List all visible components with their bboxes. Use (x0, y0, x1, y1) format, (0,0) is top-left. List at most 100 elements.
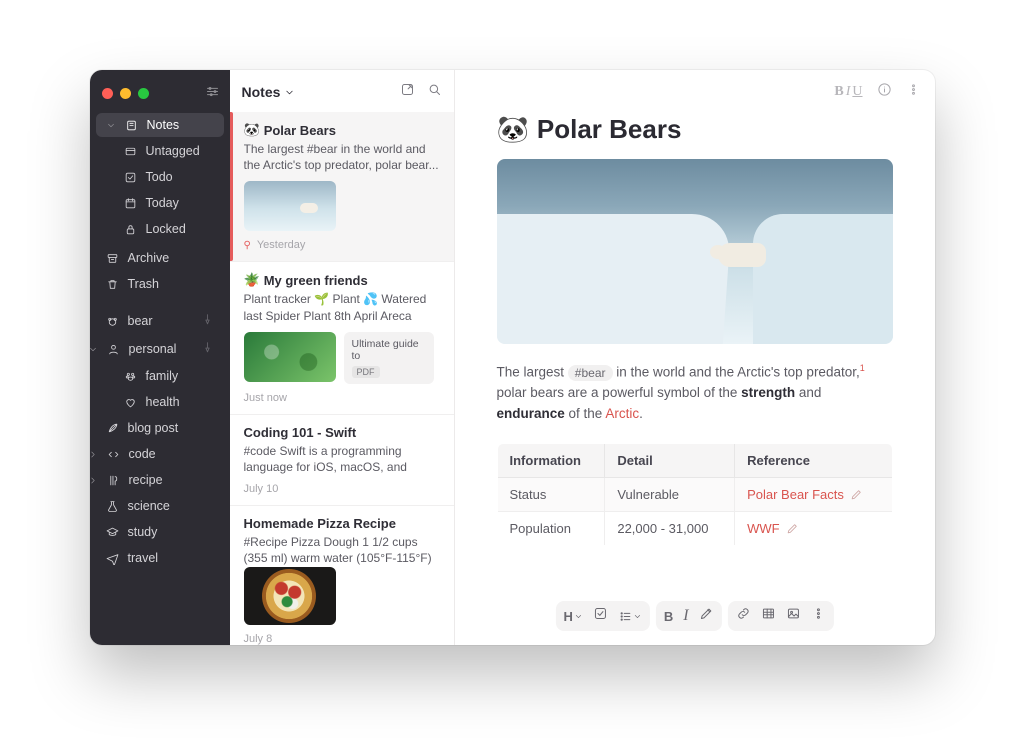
note-item[interactable]: Homemade Pizza Recipe #Recipe Pizza Doug… (230, 506, 454, 645)
close-window-button[interactable] (102, 88, 113, 99)
note-thumbnail (244, 567, 336, 625)
note-item[interactable]: Coding 101 - Swift #code Swift is a prog… (230, 415, 454, 506)
note-list-panel: Notes 🐼Polar Bears The largest #bear in … (230, 70, 455, 645)
info-table[interactable]: Information Detail Reference Status Vuln… (497, 443, 893, 546)
minimize-window-button[interactable] (120, 88, 131, 99)
attachment-badge: PDF (352, 366, 380, 378)
sidebar-label: Locked (146, 222, 186, 236)
attachment-card[interactable]: Ultimate guide to PDF (344, 332, 434, 384)
italic-button[interactable]: I (683, 607, 688, 625)
list-button[interactable] (618, 609, 642, 624)
sidebar-label: personal (129, 342, 177, 356)
link[interactable]: Arctic (605, 406, 639, 421)
more-tools-button[interactable] (811, 606, 826, 626)
note-date: July 8 (244, 633, 442, 645)
chevron-down-icon (106, 119, 116, 132)
tool-group-insert (728, 601, 834, 631)
person-icon (107, 343, 120, 356)
chevron-down-icon (284, 87, 295, 98)
note-date: July 10 (244, 483, 442, 495)
hashtag[interactable]: #bear (568, 365, 613, 381)
note-excerpt: #Recipe Pizza Dough 1 1/2 cups (355 ml) … (244, 534, 442, 566)
sidebar-label: blog post (128, 421, 179, 435)
sidebar-tag-bear[interactable]: bear (96, 308, 224, 334)
table-row: Status Vulnerable Polar Bear Facts (497, 478, 892, 512)
sidebar-item-locked[interactable]: Locked (96, 217, 224, 241)
sidebar-tag-family[interactable]: family (96, 364, 224, 388)
sidebar-tag-personal[interactable]: personal (96, 336, 224, 362)
sidebar-label: health (146, 395, 180, 409)
sidebar-item-untagged[interactable]: Untagged (96, 139, 224, 163)
table-header: Information (497, 444, 605, 478)
sidebar-item-todo[interactable]: Todo (96, 165, 224, 189)
document-title[interactable]: 🐼 Polar Bears (497, 114, 893, 145)
pin-icon (201, 313, 214, 329)
titlebar (90, 70, 230, 112)
note-thumbnail (244, 181, 336, 231)
editor-toolbar-bottom: H B I (555, 601, 833, 631)
flask-icon (106, 500, 119, 513)
sidebar-item-today[interactable]: Today (96, 191, 224, 215)
grad-icon (106, 526, 119, 539)
sidebar-tag-code[interactable]: code (96, 442, 224, 466)
note-item[interactable]: 🪴My green friends Plant tracker 🌱 Plant … (230, 262, 454, 414)
table-row: Population 22,000 - 31,000 WWF (497, 512, 892, 546)
app-window: Notes Untagged Todo Today Locked Archive… (90, 70, 935, 645)
sidebar-item-notes[interactable]: Notes (96, 113, 224, 137)
feather-icon (106, 422, 119, 435)
sidebar-label: Archive (128, 251, 170, 265)
chevron-right-icon (90, 448, 98, 461)
sidebar-tag-health[interactable]: health (96, 390, 224, 414)
tag-bear-icon (106, 315, 119, 328)
footnote-ref[interactable]: 1 (860, 363, 865, 373)
sidebar-label: Today (146, 196, 179, 210)
maximize-window-button[interactable] (138, 88, 149, 99)
pin-icon (201, 341, 214, 357)
sidebar-tag-science[interactable]: science (96, 494, 224, 518)
search-button[interactable] (427, 82, 442, 102)
recipe-icon (107, 474, 120, 487)
info-button[interactable] (877, 82, 892, 102)
table-header: Detail (605, 444, 735, 478)
sidebar-label: Untagged (146, 144, 200, 158)
edit-icon (850, 488, 863, 501)
calendar-icon (124, 197, 137, 210)
editor-toolbar-top: BIU (455, 70, 935, 114)
editor-content[interactable]: 🐼 Polar Bears The largest #bear in the w… (455, 114, 935, 645)
checklist-button[interactable] (593, 606, 608, 626)
sidebar-tag-blogpost[interactable]: blog post (96, 416, 224, 440)
new-note-button[interactable] (400, 82, 415, 102)
sidebar-label: Trash (128, 277, 160, 291)
edit-icon (786, 522, 799, 535)
bold-button[interactable]: B (664, 609, 673, 624)
sidebar-tag-travel[interactable]: travel (96, 546, 224, 570)
sidebar-item-archive[interactable]: Archive (96, 246, 224, 270)
note-list-title[interactable]: Notes (242, 84, 296, 100)
check-square-icon (124, 171, 137, 184)
sidebar-label: Notes (147, 118, 180, 132)
sidebar-tag-study[interactable]: study (96, 520, 224, 544)
highlight-button[interactable] (699, 606, 714, 626)
hero-image[interactable] (497, 159, 893, 344)
settings-icon[interactable] (205, 84, 220, 102)
editor-panel: BIU 🐼 Polar Bears The largest #bear in t… (455, 70, 935, 645)
table-header: Reference (735, 444, 892, 478)
sidebar-label: family (146, 369, 179, 383)
tool-group-blocks: H (555, 601, 649, 631)
heading-button[interactable]: H (563, 609, 582, 624)
paragraph[interactable]: The largest #bear in the world and the A… (497, 362, 893, 425)
note-thumbnail (244, 332, 336, 382)
more-button[interactable] (906, 82, 921, 102)
chevron-right-icon (90, 474, 98, 487)
note-icon (125, 119, 138, 132)
image-button[interactable] (786, 606, 801, 626)
sidebar-tag-recipe[interactable]: recipe (96, 468, 224, 492)
note-item[interactable]: 🐼Polar Bears The largest #bear in the wo… (230, 112, 454, 262)
note-list: 🐼Polar Bears The largest #bear in the wo… (230, 112, 454, 645)
sidebar-item-trash[interactable]: Trash (96, 272, 224, 296)
table-button[interactable] (761, 606, 776, 626)
biu-indicator[interactable]: BIU (834, 84, 862, 100)
sidebar-label: study (128, 525, 158, 539)
sidebar: Notes Untagged Todo Today Locked Archive… (90, 70, 230, 645)
link-button[interactable] (736, 606, 751, 626)
